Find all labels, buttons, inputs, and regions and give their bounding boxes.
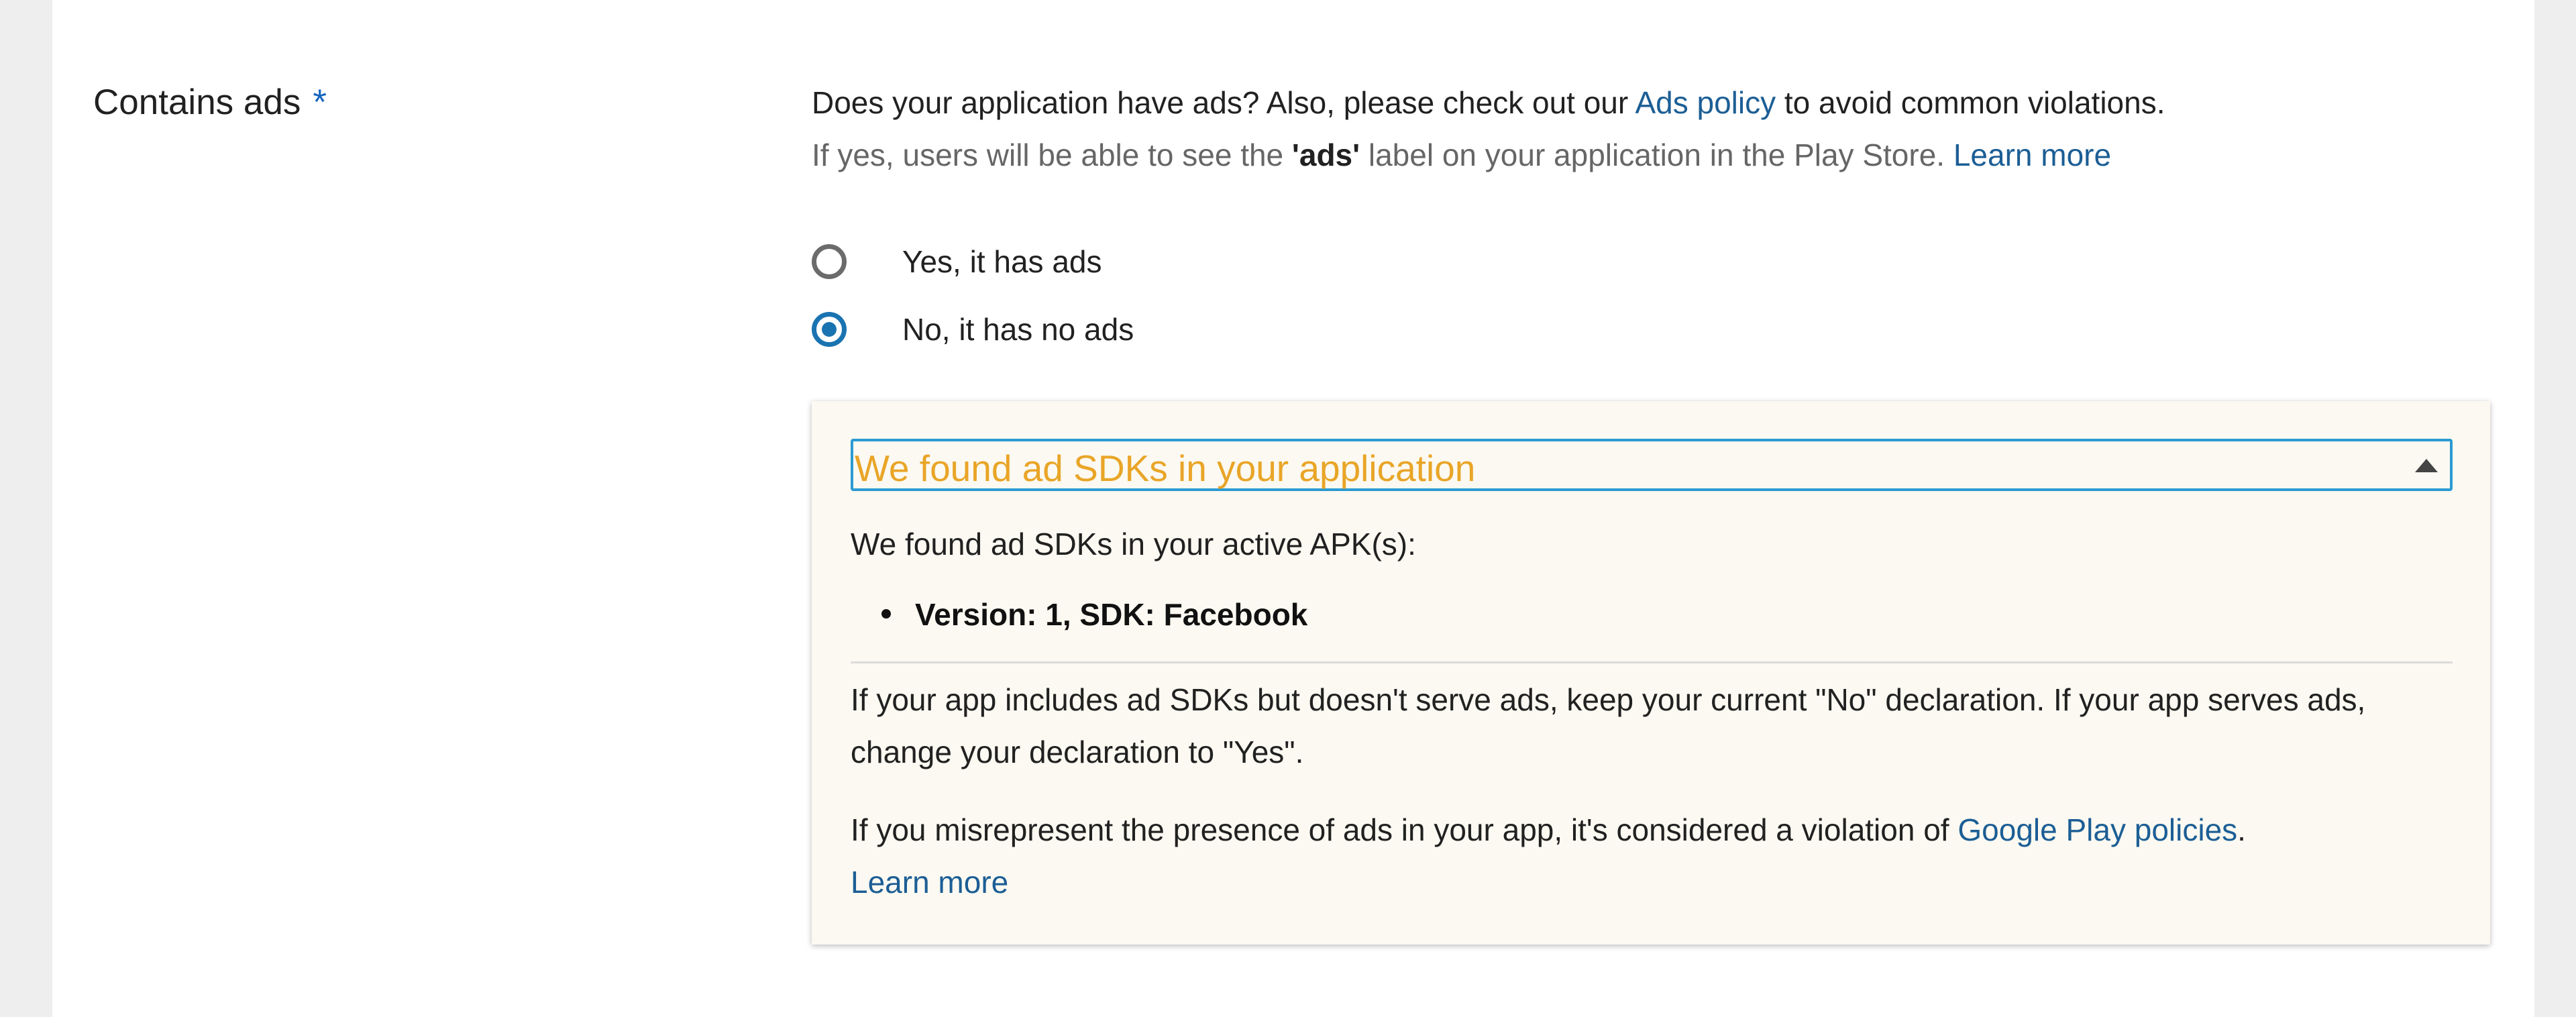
declaration-guidance-text: If your app includes ad SDKs but doesn't… bbox=[851, 682, 2366, 769]
contains-ads-label-text: Contains ads bbox=[93, 83, 301, 122]
ad-sdk-notice-header[interactable]: We found ad SDKs in your application bbox=[851, 439, 2453, 491]
ad-sdk-notice-title[interactable]: We found ad SDKs in your application bbox=[855, 447, 1475, 490]
radio-no-label[interactable]: No, it has no ads bbox=[902, 311, 1134, 347]
sdk-list-item: Version: 1, SDK: Facebook bbox=[851, 596, 1307, 633]
ads-label-info-text: If yes, users will be able to see the 'a… bbox=[812, 137, 2111, 173]
google-play-policies-link[interactable]: Google Play policies bbox=[1957, 812, 2237, 847]
ad-sdk-intro-text: We found ad SDKs in your active APK(s): bbox=[851, 527, 1416, 561]
ads-question-text: Does your application have ads? Also, pl… bbox=[812, 85, 2165, 121]
ads-label-bold: 'ads' bbox=[1291, 138, 1360, 172]
radio-option-no[interactable]: No, it has no ads bbox=[812, 306, 1134, 353]
sdk-list: Version: 1, SDK: Facebook bbox=[851, 596, 1307, 633]
ads-policy-link[interactable]: Ads policy bbox=[1635, 85, 1776, 120]
radio-dot bbox=[822, 322, 837, 337]
required-marker: * bbox=[313, 83, 327, 122]
learn-more-link[interactable]: Learn more bbox=[1953, 138, 2111, 172]
radio-no-checked-icon[interactable] bbox=[812, 312, 847, 347]
ad-sdk-notice: We found ad SDKs in your application We … bbox=[812, 401, 2490, 945]
contains-ads-label: Contains ads * bbox=[93, 82, 327, 123]
sdk-item-text: Version: 1, SDK: Facebook bbox=[915, 597, 1308, 632]
ads-question-before: Does your application have ads? Also, pl… bbox=[812, 85, 1635, 120]
triangle-up-icon[interactable] bbox=[2415, 459, 2438, 472]
ads-label-info-after: label on your application in the Play St… bbox=[1360, 138, 1953, 172]
radio-yes-label[interactable]: Yes, it has ads bbox=[902, 244, 1102, 280]
notice-learn-more-link[interactable]: Learn more bbox=[851, 865, 1008, 900]
ads-label-info-before: If yes, users will be able to see the bbox=[812, 138, 1292, 172]
notice-divider bbox=[851, 661, 2453, 663]
radio-yes-unchecked-icon[interactable] bbox=[812, 244, 847, 279]
bullet-icon bbox=[881, 609, 891, 619]
policy-violation-before: If you misrepresent the presence of ads … bbox=[851, 812, 1958, 847]
radio-option-yes[interactable]: Yes, it has ads bbox=[812, 238, 1102, 285]
policy-violation-text: If you misrepresent the presence of ads … bbox=[851, 804, 2453, 908]
ads-question-after: to avoid common violations. bbox=[1776, 85, 2165, 120]
policy-violation-after: . bbox=[2237, 812, 2246, 847]
